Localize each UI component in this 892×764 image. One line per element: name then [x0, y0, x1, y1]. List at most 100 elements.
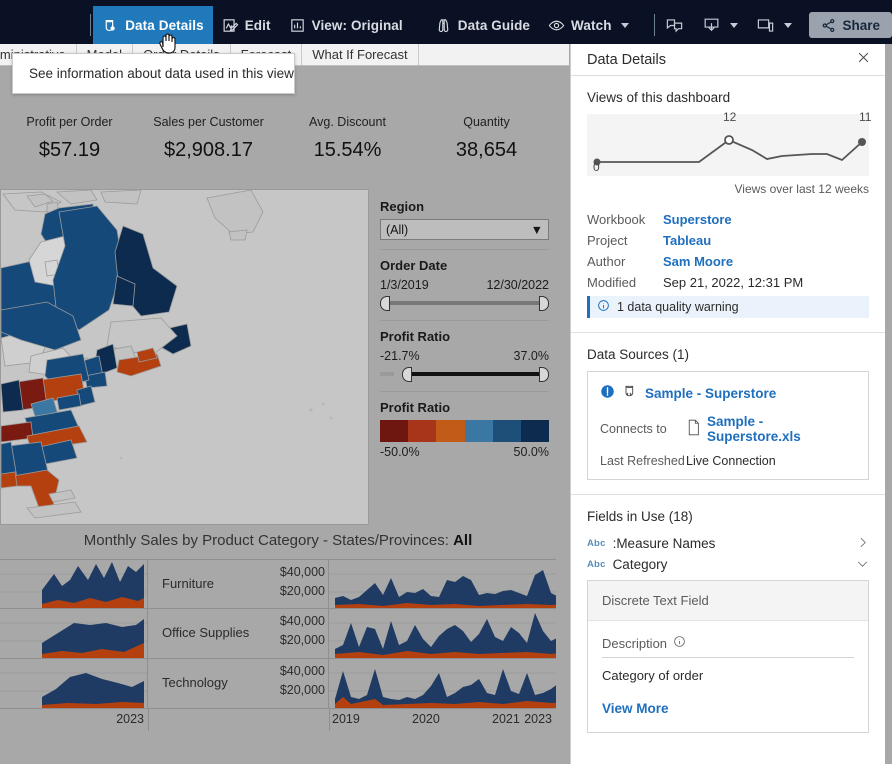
fields-in-use-title: Fields in Use (18) — [587, 509, 693, 524]
legend-swatch-1 — [380, 420, 409, 442]
region-dropdown[interactable]: (All) ▼ — [380, 219, 549, 240]
views-section-title: Views of this dashboard — [587, 90, 731, 105]
toolbar-item-edit[interactable]: Edit — [213, 6, 280, 44]
area-chart-office-supplies — [329, 609, 556, 658]
category-label-wrap: Technology — [148, 659, 256, 708]
legend-swatch-4 — [464, 420, 493, 442]
data-source-name[interactable]: Sample - Superstore — [645, 386, 776, 401]
device-layout-button[interactable] — [747, 6, 801, 44]
section-divider — [571, 332, 885, 333]
x-tick-2020: 2020 — [412, 712, 440, 726]
share-label: Share — [842, 17, 880, 33]
connects-to-value-wrap[interactable]: Sample - Superstore.xls — [686, 414, 856, 444]
filter-divider — [380, 249, 549, 250]
meta-key: Modified — [587, 275, 637, 290]
abc-type-icon: Abc — [587, 538, 606, 549]
data-source-last-refreshed: Last Refreshed Live Connection — [600, 454, 856, 468]
info-icon[interactable] — [673, 635, 686, 651]
x-tick-mini-2023: 2023 — [116, 712, 144, 726]
views-caption: Views over last 12 weeks — [734, 182, 869, 196]
chart-row-furniture: Furniture $40,000 $20,000 — [0, 559, 556, 609]
kpi-title: Avg. Discount — [309, 115, 386, 129]
last-refreshed-label: Last Refreshed — [600, 454, 685, 468]
legend-swatch-2 — [408, 420, 437, 442]
data-source-connects-to: Connects to Sample - Superstore.xls — [600, 414, 856, 444]
monthly-sales-chart[interactable]: Furniture $40,000 $20,000 Office Supplie… — [0, 559, 600, 759]
meta-value-author[interactable]: Sam Moore — [663, 252, 733, 271]
meta-value-project[interactable]: Tableau — [663, 231, 711, 250]
toolbar-label-view: View: Original — [311, 17, 403, 33]
meta-value-workbook[interactable]: Superstore — [663, 210, 732, 229]
toolbar-item-data-details[interactable]: Data Details — [93, 6, 213, 44]
dashboard-area: Profit per Order $57.19 Sales per Custom… — [0, 66, 600, 764]
chevron-right-icon[interactable] — [856, 536, 869, 552]
toolbar-item-data-guide[interactable]: Data Guide — [426, 6, 539, 44]
mini-chart-office-supplies — [0, 609, 148, 658]
slider-handle-right[interactable] — [539, 367, 549, 382]
order-date-min: 1/3/2019 — [380, 278, 429, 292]
y-tick-20k: $20,000 — [279, 633, 325, 647]
profit-ratio-range: -21.7% 37.0% — [380, 349, 549, 363]
slider-handle-left[interactable] — [402, 367, 412, 382]
toolbar-item-watch[interactable]: Watch — [539, 6, 638, 44]
filter-divider — [380, 391, 549, 392]
legend-label-profit-ratio: Profit Ratio — [380, 400, 451, 415]
mouse-cursor — [156, 28, 180, 61]
description-label: Description — [602, 635, 668, 651]
data-source-card[interactable]: Sample - Superstore Connects to Sample -… — [587, 371, 869, 480]
chevron-down-icon — [730, 22, 739, 28]
top-toolbar: Data Details Edit View: Original Data Gu… — [0, 6, 892, 44]
field-type-label: Discrete Text Field — [588, 581, 868, 621]
kpi-value: $57.19 — [38, 139, 101, 161]
field-row-measure-names[interactable]: Abc :Measure Names — [587, 533, 869, 554]
device-layout-icon — [756, 16, 775, 35]
order-date-slider[interactable] — [380, 295, 549, 311]
panel-body: Views of this dashboard 0 12 11 Views ov… — [571, 90, 885, 733]
color-legend[interactable] — [380, 420, 550, 442]
data-sources-title: Data Sources (1) — [587, 347, 690, 362]
meta-key: Project — [587, 233, 628, 248]
filter-label-profit-ratio: Profit Ratio — [380, 329, 451, 344]
share-nodes-icon — [821, 18, 836, 33]
category-label-wrap: Furniture — [148, 560, 256, 608]
map-visualization[interactable] — [0, 189, 369, 525]
last-refreshed-value: Live Connection — [686, 454, 776, 468]
toolbar-item-view[interactable]: View: Original — [280, 6, 412, 44]
slider-handle-left[interactable] — [380, 296, 390, 311]
x-tick-2023: 2023 — [524, 712, 552, 726]
download-button[interactable] — [693, 6, 747, 44]
field-name-category: Category — [612, 557, 668, 572]
meta-row-workbook: Workbook Superstore — [587, 210, 869, 229]
description-value: Category of order — [602, 668, 704, 683]
legend-swatch-6 — [520, 420, 550, 442]
comments-button[interactable] — [656, 6, 693, 44]
share-button[interactable]: Share — [809, 12, 892, 38]
toolbar-divider-2 — [653, 14, 655, 36]
field-detail-card: Discrete Text Field Description Category… — [587, 580, 869, 733]
kpi-profit-per-order: Profit per Order $57.19 — [0, 115, 139, 177]
chart-row-office-supplies: Office Supplies $40,000 $20,000 — [0, 609, 556, 659]
profit-ratio-slider[interactable] — [380, 366, 549, 382]
profit-ratio-min: -21.7% — [380, 349, 420, 363]
chevron-down-icon[interactable] — [856, 557, 869, 573]
category-label-wrap: Office Supplies — [148, 609, 256, 658]
field-row-category[interactable]: Abc Category — [587, 554, 869, 575]
category-label-furniture: Furniture — [162, 575, 215, 591]
order-date-range: 1/3/2019 12/30/2022 — [380, 278, 549, 292]
data-details-icon — [102, 17, 119, 34]
close-icon[interactable] — [856, 50, 871, 70]
legend-max: 50.0% — [513, 445, 549, 459]
chart-title-value: All — [453, 532, 473, 549]
x-tick-2019: 2019 — [332, 712, 360, 726]
view-more-link[interactable]: View More — [602, 701, 854, 716]
data-quality-warning[interactable]: 1 data quality warning — [587, 296, 869, 318]
slider-track — [408, 372, 541, 376]
slider-handle-right[interactable] — [539, 296, 549, 311]
sparkline-start-label: 0 — [593, 160, 600, 174]
tab-what-if-forecast[interactable]: What If Forecast — [302, 44, 419, 65]
legend-swatch-3 — [436, 420, 465, 442]
kpi-sales-per-customer: Sales per Customer $2,908.17 — [139, 115, 278, 177]
profit-ratio-max: 37.0% — [513, 349, 549, 363]
meta-key: Workbook — [587, 212, 646, 227]
y-tick-20k: $20,000 — [279, 584, 325, 598]
